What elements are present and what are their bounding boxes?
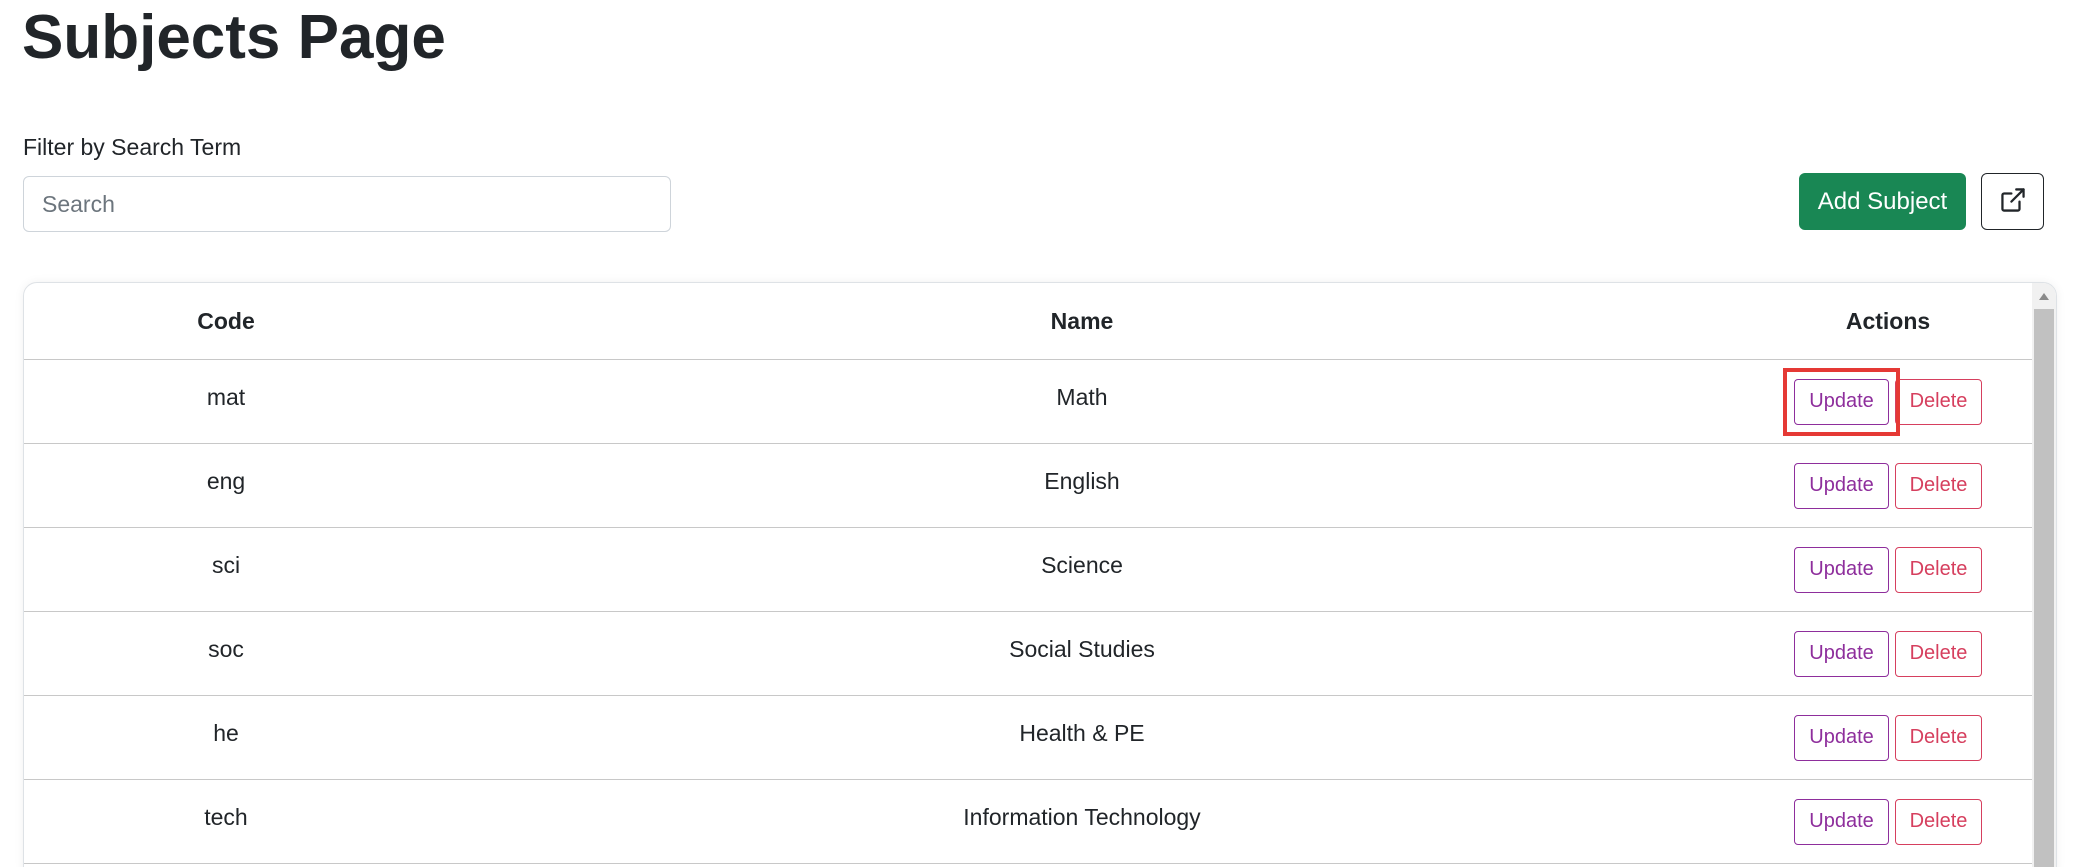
row-actions: Update Delete [1736, 630, 2040, 677]
row-actions: Update Delete [1736, 462, 2040, 509]
search-input[interactable] [23, 176, 671, 232]
subject-name: English [1044, 468, 1120, 494]
scrollbar-thumb[interactable] [2034, 309, 2054, 867]
header-name: Name [428, 283, 1736, 360]
external-link-icon [2000, 187, 2026, 216]
update-button[interactable]: Update [1794, 798, 1889, 845]
filter-label: Filter by Search Term [23, 134, 242, 160]
subject-code: sci [211, 552, 241, 578]
subjects-page: Subjects Page Filter by Search Term Add … [0, 0, 2075, 867]
subject-name: Math [1056, 384, 1108, 410]
table-header-row: Code Name Actions [24, 283, 2040, 360]
header-actions: Actions [1736, 283, 2040, 360]
subject-code: soc [208, 636, 244, 662]
row-actions: Update Delete [1736, 798, 2040, 845]
subject-name: Social Studies [1009, 636, 1155, 662]
row-actions: Update Delete [1736, 367, 2040, 436]
delete-button[interactable]: Delete [1895, 378, 1982, 425]
subjects-table: Code Name Actions mat Math Update Delete… [24, 283, 2040, 864]
delete-button[interactable]: Delete [1895, 546, 1982, 593]
delete-button[interactable]: Delete [1895, 462, 1982, 509]
scroll-up-arrow-icon[interactable] [2039, 293, 2049, 300]
subject-name: Science [1041, 552, 1123, 578]
update-button[interactable]: Update [1794, 714, 1889, 761]
table-row: he Health & PE Update Delete [24, 695, 2040, 780]
delete-button[interactable]: Delete [1895, 798, 1982, 845]
table-row: sci Science Update Delete [24, 527, 2040, 612]
highlighted-update: Update [1783, 367, 1900, 436]
table-row: mat Math Update Delete [24, 359, 2040, 444]
table-row: soc Social Studies Update Delete [24, 611, 2040, 696]
table-row: tech Information Technology Update Delet… [24, 779, 2040, 864]
delete-button[interactable]: Delete [1895, 630, 1982, 677]
subject-code: he [213, 720, 239, 746]
row-actions: Update Delete [1736, 714, 2040, 761]
subjects-table-container: Code Name Actions mat Math Update Delete… [23, 282, 2057, 867]
subject-code: tech [204, 804, 248, 830]
update-button[interactable]: Update [1794, 630, 1889, 677]
subject-code: eng [206, 468, 246, 494]
update-button[interactable]: Update [1794, 378, 1889, 425]
add-subject-button[interactable]: Add Subject [1799, 173, 1966, 230]
export-button[interactable] [1981, 173, 2044, 230]
vertical-scrollbar[interactable] [2032, 283, 2056, 867]
update-button[interactable]: Update [1794, 462, 1889, 509]
subject-name: Information Technology [963, 804, 1201, 830]
delete-button[interactable]: Delete [1895, 714, 1982, 761]
table-row: eng English Update Delete [24, 443, 2040, 528]
update-button[interactable]: Update [1794, 546, 1889, 593]
subject-name: Health & PE [1019, 720, 1145, 746]
row-actions: Update Delete [1736, 546, 2040, 593]
header-code: Code [24, 283, 428, 360]
subject-code: mat [206, 384, 246, 410]
page-title: Subjects Page [22, 3, 446, 72]
